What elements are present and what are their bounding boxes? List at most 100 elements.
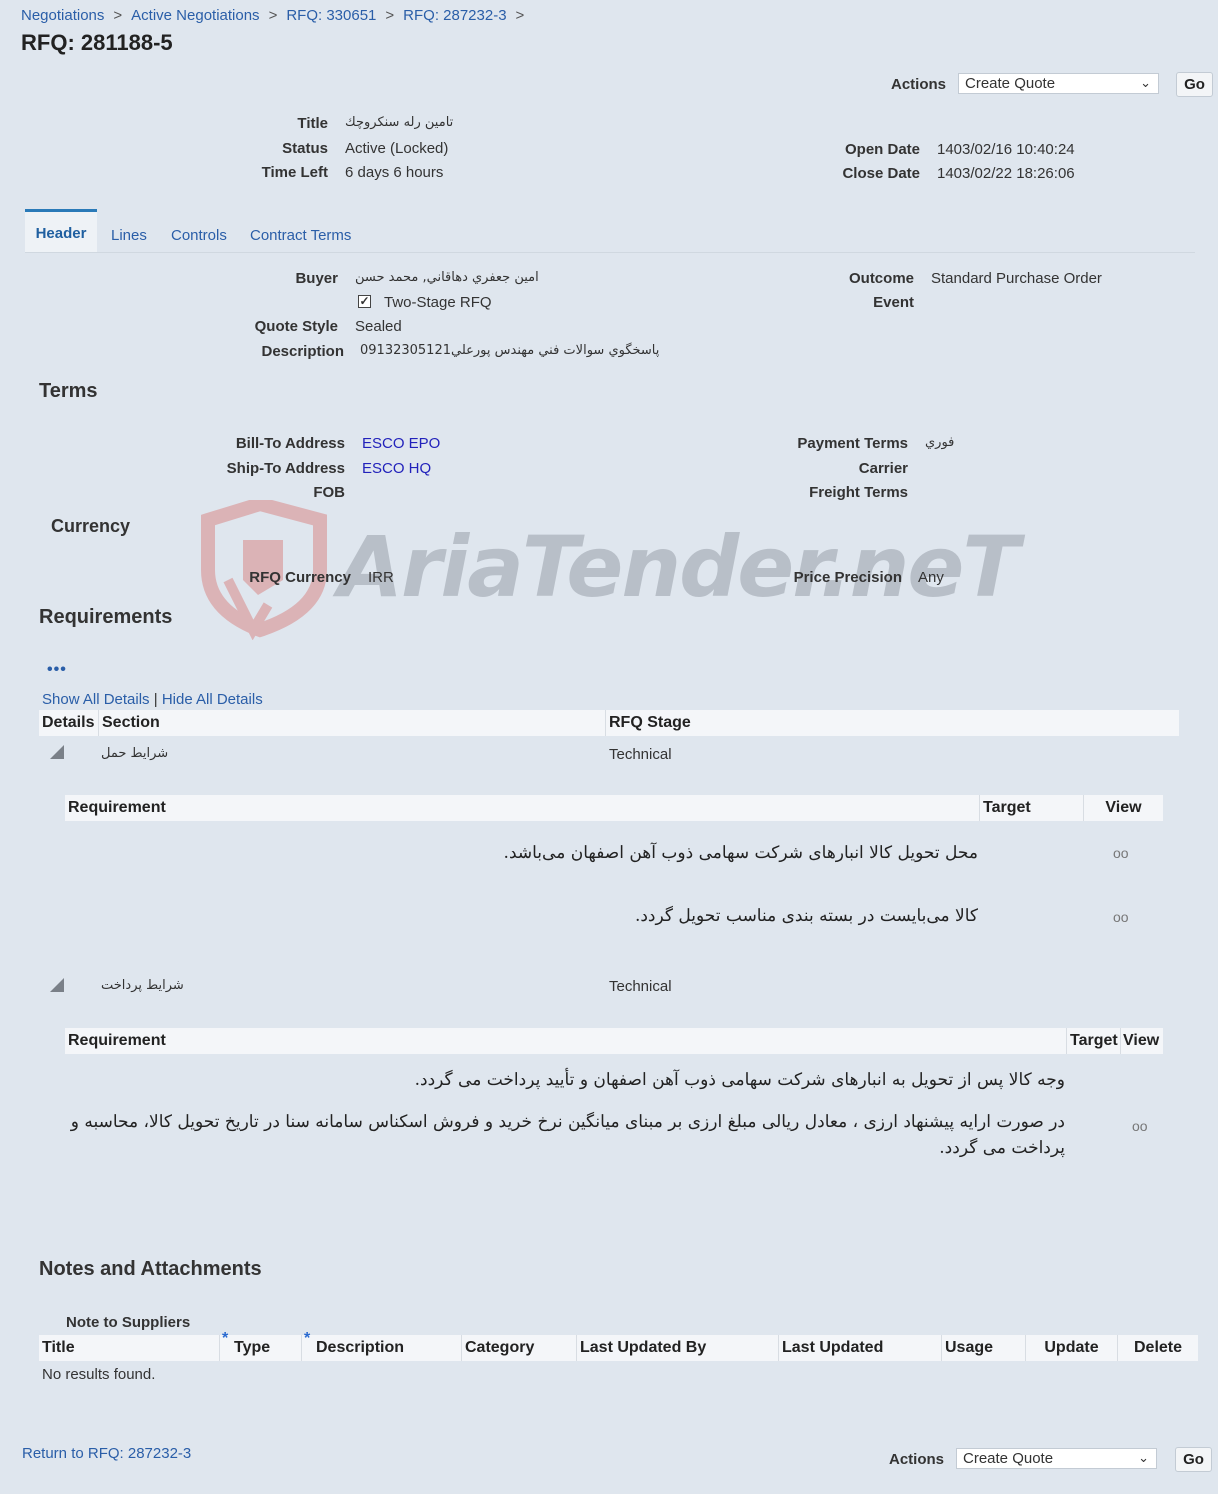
- quote-style-value: Sealed: [355, 318, 402, 335]
- actions-select[interactable]: Create Quote ⌄: [956, 1448, 1157, 1469]
- bill-to-label: Bill-To Address: [235, 435, 345, 452]
- actions-label: Actions: [888, 1451, 944, 1468]
- section-name: شرایط حمل: [101, 746, 169, 761]
- section-name: شرایط پرداخت: [101, 978, 184, 993]
- details-toggle: Show All Details | Hide All Details: [42, 691, 263, 708]
- collapse-triangle-icon[interactable]: [50, 745, 64, 759]
- status-label: Status: [282, 140, 328, 157]
- outcome-value: Standard Purchase Order: [931, 270, 1102, 287]
- breadcrumb: Negotiations > Active Negotiations > RFQ: 33…: [21, 7, 533, 24]
- bill-to-link[interactable]: ESCO EPO: [362, 435, 440, 452]
- close-date-label: Close Date: [842, 165, 920, 182]
- time-left-label: Time Left: [261, 164, 328, 181]
- breadcrumb-separator: >: [113, 7, 123, 24]
- details-toggle-divider: |: [153, 691, 158, 708]
- go-button[interactable]: Go: [1176, 72, 1213, 97]
- two-stage-checkbox[interactable]: ✓: [358, 295, 371, 308]
- event-label: Event: [873, 294, 914, 311]
- buyer-value: امين جعفري دهاقاني, محمد حسن: [355, 270, 539, 285]
- tab-lines[interactable]: Lines: [111, 227, 147, 244]
- title-label: Title: [297, 115, 328, 132]
- collapse-triangle-icon[interactable]: [50, 978, 64, 992]
- actions-selected-value: Create Quote: [965, 75, 1056, 92]
- required-asterisk: *: [222, 1330, 229, 1347]
- buyer-label: Buyer: [295, 270, 338, 287]
- column-view: View: [1120, 1028, 1163, 1054]
- description-label: Description: [261, 343, 344, 360]
- rfq-currency-value: IRR: [368, 569, 394, 586]
- breadcrumb-rfq-287232-3[interactable]: RFQ: 287232-3: [403, 7, 506, 24]
- rfq-currency-label: RFQ Currency: [249, 569, 351, 586]
- close-date-value: 1403/02/22 18:26:06: [937, 165, 1075, 182]
- fob-label: FOB: [313, 484, 345, 501]
- view-glasses-icon[interactable]: oo: [1132, 1118, 1148, 1134]
- column-details: Details: [42, 714, 95, 731]
- notes-heading: Notes and Attachments: [39, 1258, 262, 1280]
- breadcrumb-rfq-330651[interactable]: RFQ: 330651: [286, 7, 376, 24]
- column-requirement: Requirement: [68, 799, 166, 816]
- watermark-text: AriaTender.neT: [338, 518, 1020, 616]
- column-section: Section: [98, 710, 605, 736]
- note-to-suppliers-label: Note to Suppliers: [66, 1314, 191, 1331]
- page-title: RFQ: 281188-5: [21, 30, 173, 55]
- chevron-down-icon: ⌄: [1140, 75, 1151, 90]
- breadcrumb-active-negotiations[interactable]: Active Negotiations: [131, 7, 259, 24]
- tab-controls[interactable]: Controls: [171, 227, 227, 244]
- price-precision-label: Price Precision: [793, 569, 902, 586]
- return-link[interactable]: Return to RFQ: 287232-3: [22, 1445, 191, 1462]
- go-button[interactable]: Go: [1175, 1447, 1212, 1472]
- show-all-details-link[interactable]: Show All Details: [42, 691, 150, 708]
- section-table-header: Requirement Target View: [65, 1028, 1163, 1054]
- requirement-text: کالا می‌بایست در بسته بندی مناسب تحویل گ…: [634, 906, 978, 926]
- column-target: Target: [979, 795, 1083, 821]
- column-rfq-stage: RFQ Stage: [605, 710, 1179, 736]
- column-delete: Delete: [1117, 1335, 1198, 1361]
- freight-terms-label: Freight Terms: [809, 484, 908, 501]
- actions-selected-value: Create Quote: [963, 1450, 1054, 1467]
- breadcrumb-separator: >: [268, 7, 278, 24]
- column-type: Type: [219, 1335, 301, 1361]
- no-results-text: No results found.: [42, 1366, 156, 1383]
- requirement-text-continued: پرداخت می گردد.: [939, 1138, 1065, 1158]
- tab-header[interactable]: Header: [25, 209, 97, 253]
- open-date-label: Open Date: [844, 141, 920, 158]
- requirement-text: محل تحویل کالا انبارهای شرکت سهامی ذوب آ…: [503, 843, 978, 863]
- carrier-label: Carrier: [858, 460, 908, 477]
- requirement-text: وجه کالا پس از تحویل به انبارهای شرکت سه…: [414, 1070, 1065, 1090]
- currency-heading: Currency: [51, 516, 131, 536]
- hide-all-details-link[interactable]: Hide All Details: [162, 691, 263, 708]
- requirements-heading: Requirements: [39, 606, 173, 628]
- view-glasses-icon[interactable]: oo: [1113, 845, 1129, 861]
- column-last-updated: Last Updated: [778, 1335, 941, 1361]
- requirement-text: در صورت ارایه پیشنهاد ارزی ، معادل ریالی…: [70, 1112, 1065, 1132]
- more-actions-icon[interactable]: •••: [47, 661, 67, 679]
- actions-label: Actions: [890, 76, 946, 93]
- open-date-value: 1403/02/16 10:40:24: [937, 141, 1075, 158]
- requirements-table-header: Details Section RFQ Stage: [39, 710, 1179, 736]
- ship-to-link[interactable]: ESCO HQ: [362, 460, 431, 477]
- column-usage: Usage: [941, 1335, 1025, 1361]
- two-stage-label: Two-Stage RFQ: [384, 294, 492, 311]
- column-description: Description: [301, 1335, 461, 1361]
- chevron-down-icon: ⌄: [1138, 1450, 1149, 1465]
- column-title: Title: [42, 1339, 75, 1356]
- breadcrumb-separator: >: [515, 7, 525, 24]
- column-view: View: [1083, 795, 1163, 821]
- time-left-value: 6 days 6 hours: [345, 164, 444, 181]
- terms-heading: Terms: [39, 380, 98, 402]
- required-asterisk: *: [304, 1330, 311, 1347]
- payment-terms-value: فوري: [925, 435, 955, 450]
- column-requirement: Requirement: [68, 1032, 166, 1049]
- breadcrumb-separator: >: [385, 7, 395, 24]
- attachments-table-header: Title Type * Description * Category Last…: [39, 1330, 1198, 1361]
- price-precision-value: Any: [918, 569, 944, 586]
- ship-to-label: Ship-To Address: [226, 460, 345, 477]
- title-value: تامين رله سنكروچك: [345, 115, 454, 130]
- tab-contract-terms[interactable]: Contract Terms: [250, 227, 351, 244]
- view-glasses-icon[interactable]: oo: [1113, 909, 1129, 925]
- column-update: Update: [1025, 1335, 1117, 1361]
- breadcrumb-negotiations[interactable]: Negotiations: [21, 7, 104, 24]
- payment-terms-label: Payment Terms: [797, 435, 908, 452]
- tab-divider: [25, 252, 1195, 253]
- actions-select[interactable]: Create Quote ⌄: [958, 73, 1159, 94]
